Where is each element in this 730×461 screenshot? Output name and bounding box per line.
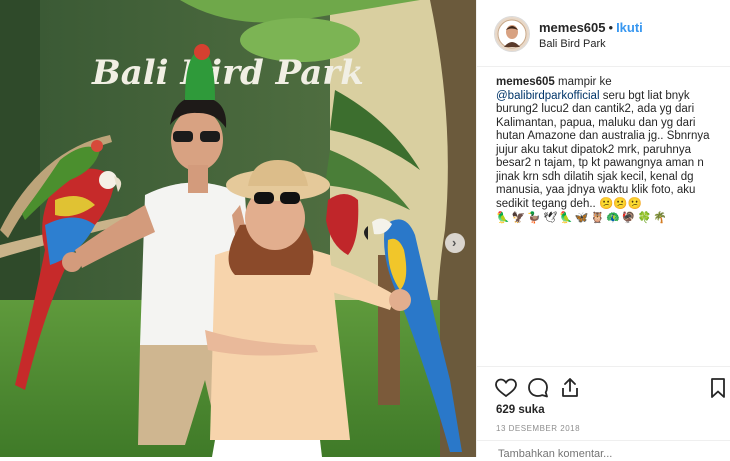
separator-dot: • (608, 20, 614, 35)
caption-emoji-end: 😕😕😕 (598, 197, 642, 210)
caption-emoji-row: 🦜🦅🦆🕊🦜🦋🦉🦚🦃🍀🌴 (496, 212, 669, 224)
comment-button[interactable] (526, 376, 550, 400)
comment-input[interactable] (496, 447, 700, 461)
comment-bubble-icon (528, 378, 548, 398)
post-header: memes605 • Ikuti Bali Bird Park (477, 0, 730, 67)
follow-button[interactable]: Ikuti (616, 20, 643, 35)
avatar[interactable] (494, 16, 530, 52)
caption-body-text: seru bgt liat bnyk burung2 lucu2 dan can… (496, 89, 710, 210)
comment-bar (477, 440, 730, 461)
like-button[interactable] (494, 376, 518, 400)
location-link[interactable]: Bali Bird Park (539, 38, 606, 50)
share-icon (562, 378, 578, 397)
header-username-row: memes605 • Ikuti (539, 20, 643, 35)
post-sidebar: memes605 • Ikuti Bali Bird Park memes605 m… (476, 0, 730, 461)
chevron-right-icon: › (452, 235, 457, 250)
post-actions (477, 366, 730, 407)
save-button[interactable] (706, 376, 730, 400)
post-date: 13 DESEMBER 2018 (496, 424, 581, 433)
photo-sign-text: Bali Bird Park (91, 53, 364, 93)
caption-lead-text: mampir ke (558, 76, 612, 88)
carousel-next-button[interactable]: › (445, 233, 465, 253)
post-photo[interactable]: Bali Bird Park › (0, 0, 476, 457)
username-link[interactable]: memes605 (539, 20, 606, 35)
avatar-image (495, 17, 529, 51)
share-button[interactable] (558, 376, 582, 400)
like-count[interactable]: 629 suka (496, 404, 545, 416)
bookmark-icon (711, 378, 725, 398)
caption-username[interactable]: memes605 (496, 76, 555, 88)
photo-scene: Bali Bird Park (0, 0, 476, 457)
post-caption: memes605 mampir ke @balibirdparkofficial… (496, 76, 718, 226)
caption-mention-link[interactable]: @balibirdparkofficial (496, 90, 600, 102)
heart-icon (495, 378, 517, 398)
